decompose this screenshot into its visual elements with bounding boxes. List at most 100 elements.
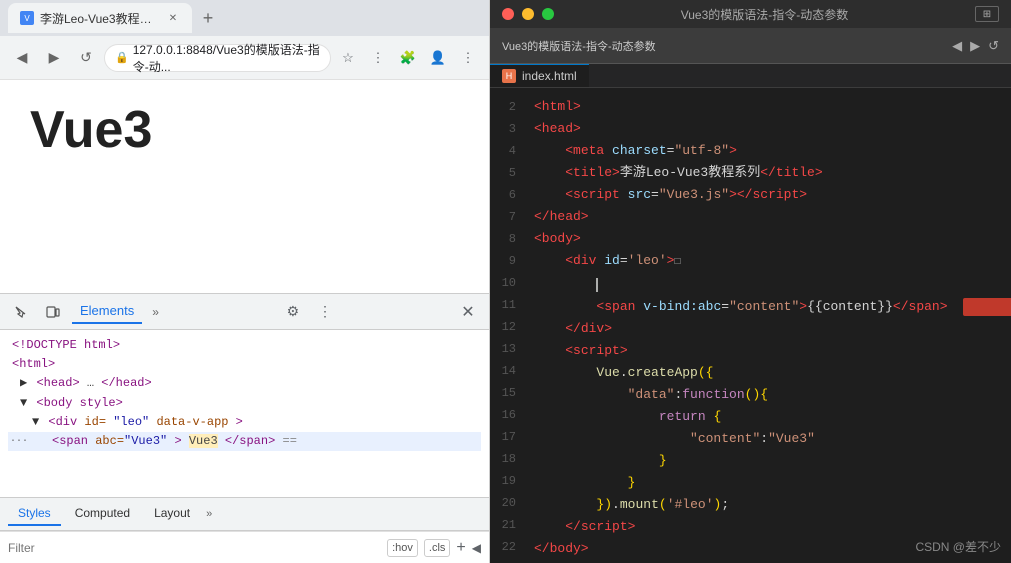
dot-menu: ··· xyxy=(10,434,28,450)
refresh-button[interactable]: ↺ xyxy=(72,44,100,72)
menu-button[interactable]: ⋮ xyxy=(455,45,481,71)
code-line: </head> xyxy=(534,206,999,228)
tab-search-button[interactable]: ⋮ xyxy=(365,45,391,71)
devtools-bottom-tabs: Styles Computed Layout » xyxy=(0,497,489,531)
code-line xyxy=(534,274,999,296)
filter-input[interactable] xyxy=(8,537,381,559)
editor-file-tab-bar: H index.html xyxy=(490,64,1011,88)
tab-title: 李游Leo-Vue3教程系列 xyxy=(40,10,160,27)
editor-back-icon[interactable]: ◀ xyxy=(952,38,962,54)
code-line: Vue.createApp({ xyxy=(534,362,999,384)
filter-arrow-button[interactable]: ◀ xyxy=(472,541,481,555)
tab-bar: V 李游Leo-Vue3教程系列 ✕ + xyxy=(0,0,489,36)
code-line: <span v-bind:abc="content">{{content}}</… xyxy=(534,296,999,318)
lock-icon: 🔒 xyxy=(115,51,129,64)
layout-tab[interactable]: Layout xyxy=(144,502,200,526)
url-text: 127.0.0.1:8848/Vue3的模版语法-指令-动... xyxy=(133,41,320,75)
dom-line: ▼ <body style> xyxy=(8,394,481,413)
code-area: 2 3 4 5 6 7 8 9 10 11 12 13 14 15 16 17 … xyxy=(490,88,1011,563)
dom-selected-line[interactable]: ··· <span abc="Vue3" > Vue3 </span> == xyxy=(8,432,481,451)
dom-tag: <body style> xyxy=(36,396,122,410)
code-line: <meta charset="utf-8"> xyxy=(534,140,999,162)
styles-tab[interactable]: Styles xyxy=(8,502,61,526)
code-line: <title>李游Leo-Vue3教程系列</title> xyxy=(534,162,999,184)
dom-tag: <!DOCTYPE html> xyxy=(12,338,120,352)
settings-button[interactable]: ⚙ xyxy=(280,299,306,325)
minimize-traffic-light[interactable] xyxy=(522,8,534,20)
code-content[interactable]: <html> <head> <meta charset="utf-8"> <ti… xyxy=(522,88,1011,563)
devtools-toolbar: Elements » ⚙ ⋮ ✕ xyxy=(0,294,489,330)
dom-line: ▼ <div id= "leo" data-v-app > xyxy=(8,413,481,432)
dom-tag: <div xyxy=(48,415,84,429)
dom-tag: > xyxy=(236,415,243,429)
editor-filename: index.html xyxy=(522,69,577,83)
editor-file-tab[interactable]: H index.html xyxy=(490,64,589,87)
dom-triangle[interactable]: ▼ xyxy=(20,396,27,410)
code-line: "data":function(){ xyxy=(534,384,999,406)
extensions-button[interactable]: 🧩 xyxy=(395,45,421,71)
dom-attr: id= xyxy=(84,415,106,429)
html-file-icon: H xyxy=(502,69,516,83)
dom-attr-value: "leo" xyxy=(113,415,149,429)
elements-tab[interactable]: Elements xyxy=(72,299,142,324)
back-button[interactable]: ◀ xyxy=(8,44,36,72)
code-line: }).mount('#leo'); xyxy=(534,494,999,516)
line-numbers: 2 3 4 5 6 7 8 9 10 11 12 13 14 15 16 17 … xyxy=(490,88,522,563)
tab-close-button[interactable]: ✕ xyxy=(166,11,180,25)
tab-favicon: V xyxy=(20,11,34,25)
page-content: Vue3 xyxy=(0,80,489,293)
code-line: </div> xyxy=(534,318,999,340)
editor-toolbar-icons: ◀ ▶ ↺ xyxy=(952,38,999,54)
hov-filter[interactable]: :hov xyxy=(387,539,418,557)
url-bar[interactable]: 🔒 127.0.0.1:8848/Vue3的模版语法-指令-动... xyxy=(104,44,331,72)
device-toggle-button[interactable] xyxy=(40,299,66,325)
tabs-more-button[interactable]: » xyxy=(204,506,214,522)
inspect-button[interactable] xyxy=(8,299,34,325)
dom-attr: data-v-app xyxy=(156,415,228,429)
dom-triangle[interactable]: ▶ xyxy=(20,376,27,390)
dom-tag: </head> xyxy=(101,376,151,390)
page-heading: Vue3 xyxy=(30,100,459,160)
code-line: </script> xyxy=(534,516,999,538)
browser-tab[interactable]: V 李游Leo-Vue3教程系列 ✕ xyxy=(8,3,192,33)
address-bar: ◀ ▶ ↺ 🔒 127.0.0.1:8848/Vue3的模版语法-指令-动...… xyxy=(0,36,489,80)
window-icon-button[interactable]: ⊞ xyxy=(975,6,999,22)
code-line: } xyxy=(534,472,999,494)
editor-breadcrumb: Vue3的模版语法-指令-动态参数 xyxy=(502,38,944,54)
filter-bar: :hov .cls + ◀ xyxy=(0,531,489,563)
code-line: <div id='leo'>□ xyxy=(534,250,999,274)
maximize-traffic-light[interactable] xyxy=(542,8,554,20)
browser-panel: V 李游Leo-Vue3教程系列 ✕ + ◀ ▶ ↺ 🔒 127.0.0.1:8… xyxy=(0,0,490,563)
dom-text: … xyxy=(87,376,94,390)
computed-tab[interactable]: Computed xyxy=(65,502,140,526)
editor-refresh-icon[interactable]: ↺ xyxy=(988,38,999,54)
code-line: <html> xyxy=(534,96,999,118)
dom-tag: <span abc="Vue3" > Vue3 </span> == xyxy=(44,434,297,448)
editor-panel: Vue3的模版语法-指令-动态参数 ⊞ Vue3的模版语法-指令-动态参数 ◀ … xyxy=(490,0,1011,563)
devtools-more-button[interactable]: » xyxy=(148,303,163,321)
editor-top-bar: Vue3的模版语法-指令-动态参数 ⊞ xyxy=(490,0,1011,28)
devtools-menu-button[interactable]: ⋮ xyxy=(312,299,338,325)
devtools-close-button[interactable]: ✕ xyxy=(455,299,481,325)
watermark: CSDN @差不少 xyxy=(915,538,1001,555)
code-line: return { xyxy=(534,406,999,428)
code-line: <head> xyxy=(534,118,999,140)
cls-filter[interactable]: .cls xyxy=(424,539,451,557)
forward-button[interactable]: ▶ xyxy=(40,44,68,72)
code-line: <script src="Vue3.js"></script> xyxy=(534,184,999,206)
new-tab-button[interactable]: + xyxy=(196,6,220,30)
add-filter-button[interactable]: + xyxy=(456,539,465,557)
profile-button[interactable]: 👤 xyxy=(425,45,451,71)
editor-forward-icon[interactable]: ▶ xyxy=(970,38,980,54)
dom-tag: <html> xyxy=(12,357,55,371)
code-line: } xyxy=(534,450,999,472)
bookmark-button[interactable]: ☆ xyxy=(335,45,361,71)
code-line: <body> xyxy=(534,228,999,250)
close-traffic-light[interactable] xyxy=(502,8,514,20)
dom-line: <html> xyxy=(8,355,481,374)
code-line: <script> xyxy=(534,340,999,362)
dom-triangle[interactable]: ▼ xyxy=(32,415,39,429)
window-title: Vue3的模版语法-指令-动态参数 xyxy=(562,6,967,23)
toolbar-icons: ☆ ⋮ 🧩 👤 ⋮ xyxy=(335,45,481,71)
code-line: "content":"Vue3" xyxy=(534,428,999,450)
